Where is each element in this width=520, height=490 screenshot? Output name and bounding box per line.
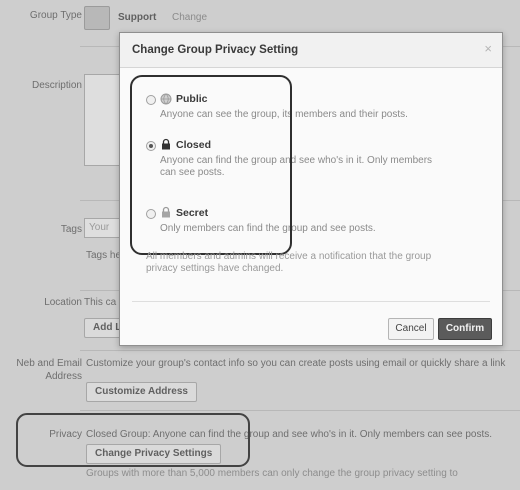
modal-header: Change Group Privacy Setting × — [120, 33, 502, 68]
cancel-button[interactable]: Cancel — [388, 318, 434, 340]
privacy-modal: Change Group Privacy Setting × Public An… — [119, 32, 503, 346]
options-highlight-annotation — [130, 75, 292, 255]
notice-line1: All members and admins will receive a no… — [146, 251, 432, 262]
close-icon[interactable]: × — [484, 42, 492, 56]
confirm-button[interactable]: Confirm — [438, 318, 492, 340]
modal-divider — [132, 301, 490, 302]
notice-line2: privacy settings have changed. — [146, 263, 284, 274]
modal-title: Change Group Privacy Setting — [132, 44, 299, 56]
notification-notice: All members and admins will receive a no… — [146, 251, 466, 275]
